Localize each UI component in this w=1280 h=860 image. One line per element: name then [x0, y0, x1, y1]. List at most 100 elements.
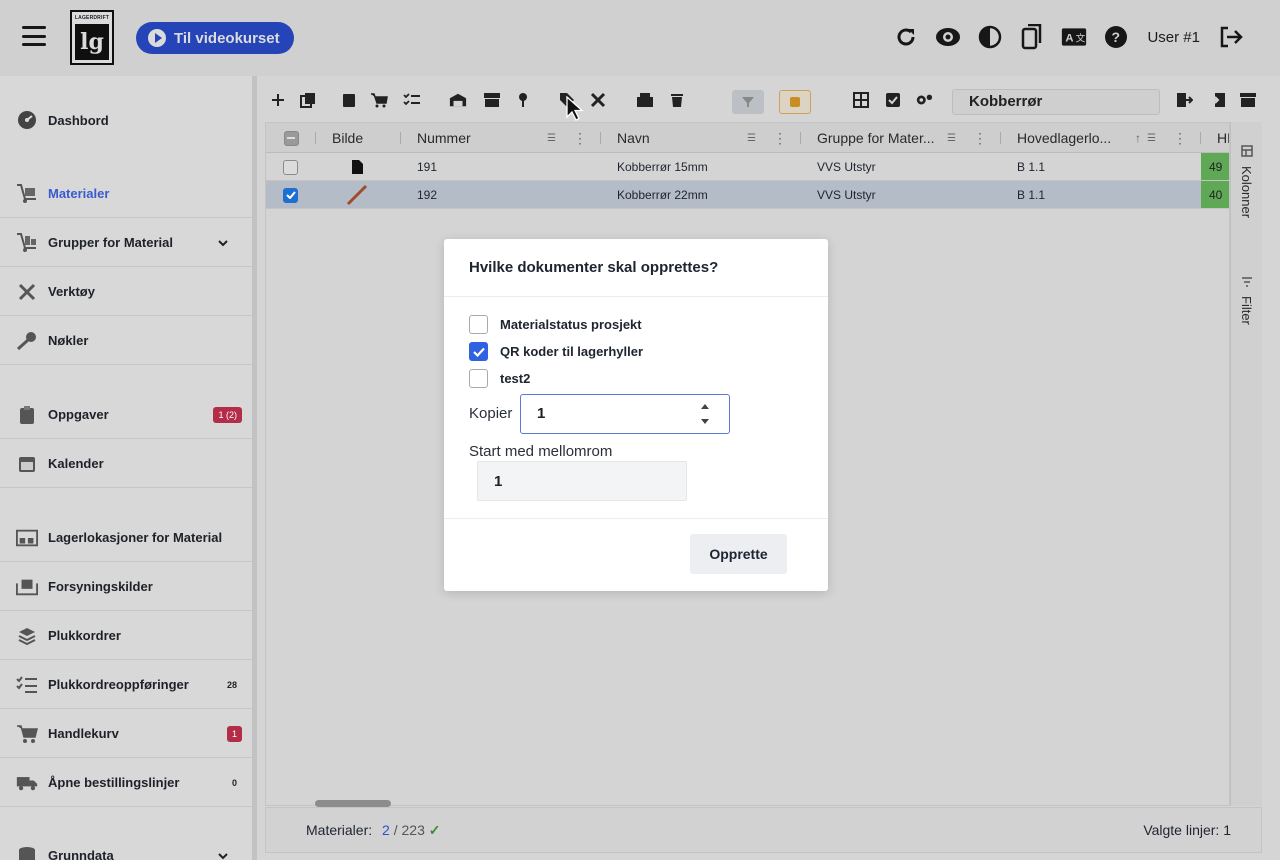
checkbox-icon[interactable] [884, 91, 902, 109]
sidebar-item-keys[interactable]: Nøkler [0, 317, 252, 365]
tools-icon[interactable] [589, 91, 607, 109]
dolly-group-icon [16, 232, 38, 254]
sidebar-item-material-groups[interactable]: Grupper for Material [0, 219, 252, 267]
horizontal-scrollbar[interactable] [315, 800, 391, 807]
column-header-image[interactable]: Bilde [316, 123, 401, 153]
cell-group: VVS Utstyr [817, 188, 876, 202]
column-label: Bilde [332, 130, 364, 146]
open-orders-badge: 0 [231, 777, 237, 788]
add-icon[interactable] [269, 91, 287, 109]
column-header-group[interactable]: Gruppe for Mater... ☰ ⋮ [801, 123, 1001, 153]
spray-icon[interactable] [514, 91, 532, 109]
copies-input[interactable]: 1 [520, 394, 730, 434]
filter-icon[interactable]: ☰ [747, 133, 756, 144]
highlight-toggle[interactable] [779, 90, 811, 114]
chevron-down-icon[interactable] [218, 235, 228, 250]
create-button[interactable]: Opprette [690, 534, 787, 574]
columns-tab[interactable]: Kolonner [1239, 166, 1254, 218]
search-input[interactable]: Kobberrør [952, 89, 1160, 115]
chevron-down-icon[interactable] [218, 848, 228, 860]
sidebar-item-tasks[interactable]: Oppgaver 1 (2) [0, 391, 252, 439]
filter-icon[interactable]: ☰ [547, 133, 556, 144]
sidebar-item-pick-orders[interactable]: Plukkordrer [0, 612, 252, 660]
copies-stepper[interactable] [700, 404, 710, 424]
option-qr-codes[interactable]: QR koder til lagerhyller [469, 342, 643, 361]
menu-icon[interactable] [22, 26, 46, 46]
select-all-checkbox[interactable] [283, 130, 299, 146]
eye-icon[interactable] [935, 24, 961, 50]
grid-icon[interactable] [852, 91, 870, 109]
export-icon[interactable] [1175, 91, 1193, 109]
dialog-title: Hvilke dokumenter skal opprettes? [469, 259, 719, 276]
table-row[interactable]: 192 Kobberrør 22mm VVS Utstyr B 1.1 40 [266, 181, 1229, 209]
translate-icon[interactable]: A文 [1061, 24, 1087, 50]
row-checkbox[interactable] [283, 187, 298, 203]
clipboard-icon[interactable] [340, 91, 358, 109]
filter-toggle[interactable] [732, 90, 764, 114]
sidebar-item-tools[interactable]: Verktøy [0, 268, 252, 316]
logout-icon[interactable] [1218, 24, 1244, 50]
more-vertical-icon[interactable]: ⋮ [973, 130, 987, 147]
sidebar-item-label: Nøkler [48, 333, 89, 348]
sidebar-item-label: Dashbord [48, 112, 109, 128]
column-label: Hovedlagerlo... [1017, 130, 1112, 146]
column-header-hl[interactable]: HL [1201, 123, 1229, 153]
logo-text: LAGERDRIFT [74, 15, 110, 21]
cell-name: Kobberrør 15mm [617, 160, 708, 174]
cell-name: Kobberrør 22mm [617, 188, 708, 202]
sidebar-item-cart[interactable]: Handlekurv 1 [0, 710, 252, 758]
sidebar-item-dashboard[interactable]: Dashbord [0, 96, 252, 144]
sidebar-item-supply-sources[interactable]: Forsyningskilder [0, 563, 252, 611]
table-row[interactable]: 191 Kobberrør 15mm VVS Utstyr B 1.1 49 [266, 153, 1229, 181]
sidebar-item-pick-entries[interactable]: Plukkordreoppføringer 28 [0, 661, 252, 709]
filter-icon[interactable]: ☰ [947, 133, 956, 144]
cart-add-icon[interactable] [370, 91, 388, 109]
divider [444, 518, 828, 519]
column-header-number[interactable]: Nummer ☰ ⋮ [401, 123, 601, 153]
sort-asc-icon[interactable]: ↑ [1135, 131, 1141, 145]
box-icon[interactable] [1239, 91, 1257, 109]
gap-label: Start med mellomrom [469, 443, 613, 460]
option-label: Materialstatus prosjekt [500, 317, 642, 332]
checklist-icon[interactable] [403, 91, 421, 109]
option-test2[interactable]: test2 [469, 369, 530, 388]
pick-entries-badge: 28 [226, 679, 237, 690]
help-icon[interactable]: ? [1103, 24, 1129, 50]
checkbox[interactable] [469, 315, 488, 334]
sidebar-item-open-orders[interactable]: Åpne bestillingslinjer 0 [0, 759, 252, 807]
column-header-name[interactable]: Navn ☰ ⋮ [601, 123, 801, 153]
boxes-icon[interactable] [636, 91, 654, 109]
user-name[interactable]: User #1 [1147, 29, 1200, 46]
filter-icon[interactable]: ☰ [1147, 133, 1156, 144]
mouse-cursor-icon [566, 95, 584, 122]
sidebar-item-master-data[interactable]: Grunndata [0, 832, 252, 860]
more-vertical-icon[interactable]: ⋮ [773, 130, 787, 147]
video-course-button[interactable]: Til videokurset [136, 22, 294, 54]
status-bar: Materialer: 2 / 223 ✓ Valgte linjer: 1 [265, 807, 1262, 853]
option-label: test2 [500, 371, 531, 386]
sidebar-item-materials[interactable]: Materialer [0, 170, 252, 218]
refresh-icon[interactable] [893, 24, 919, 50]
sidebar-item-calendar[interactable]: Kalender [0, 440, 252, 488]
more-vertical-icon[interactable]: ⋮ [573, 130, 587, 147]
sidebar-item-storage-locations[interactable]: Lagerlokasjoner for Material [0, 514, 252, 562]
gap-input[interactable]: 1 [477, 461, 687, 501]
sidebar-item-label: Verktøy [48, 284, 95, 299]
copy-icon[interactable] [299, 91, 317, 109]
checkbox[interactable] [469, 369, 488, 388]
import-icon[interactable] [1209, 91, 1227, 109]
settings-icon[interactable] [915, 91, 933, 109]
checkbox[interactable] [469, 342, 488, 361]
sidebar-item-label: Grunndata [48, 848, 114, 860]
trash-icon[interactable] [668, 91, 686, 109]
filter-tab[interactable]: Filter [1239, 296, 1254, 325]
more-vertical-icon[interactable]: ⋮ [1173, 130, 1187, 147]
option-material-status[interactable]: Materialstatus prosjekt [469, 315, 642, 334]
archive-icon[interactable] [483, 91, 501, 109]
app-logo[interactable]: LAGERDRIFT lg [70, 10, 114, 65]
row-checkbox[interactable] [283, 159, 298, 175]
warehouse-icon[interactable] [449, 91, 467, 109]
device-icon[interactable] [1019, 24, 1045, 50]
column-header-main-location[interactable]: Hovedlagerlo... ↑ ☰ ⋮ [1001, 123, 1201, 153]
contrast-icon[interactable] [977, 24, 1003, 50]
